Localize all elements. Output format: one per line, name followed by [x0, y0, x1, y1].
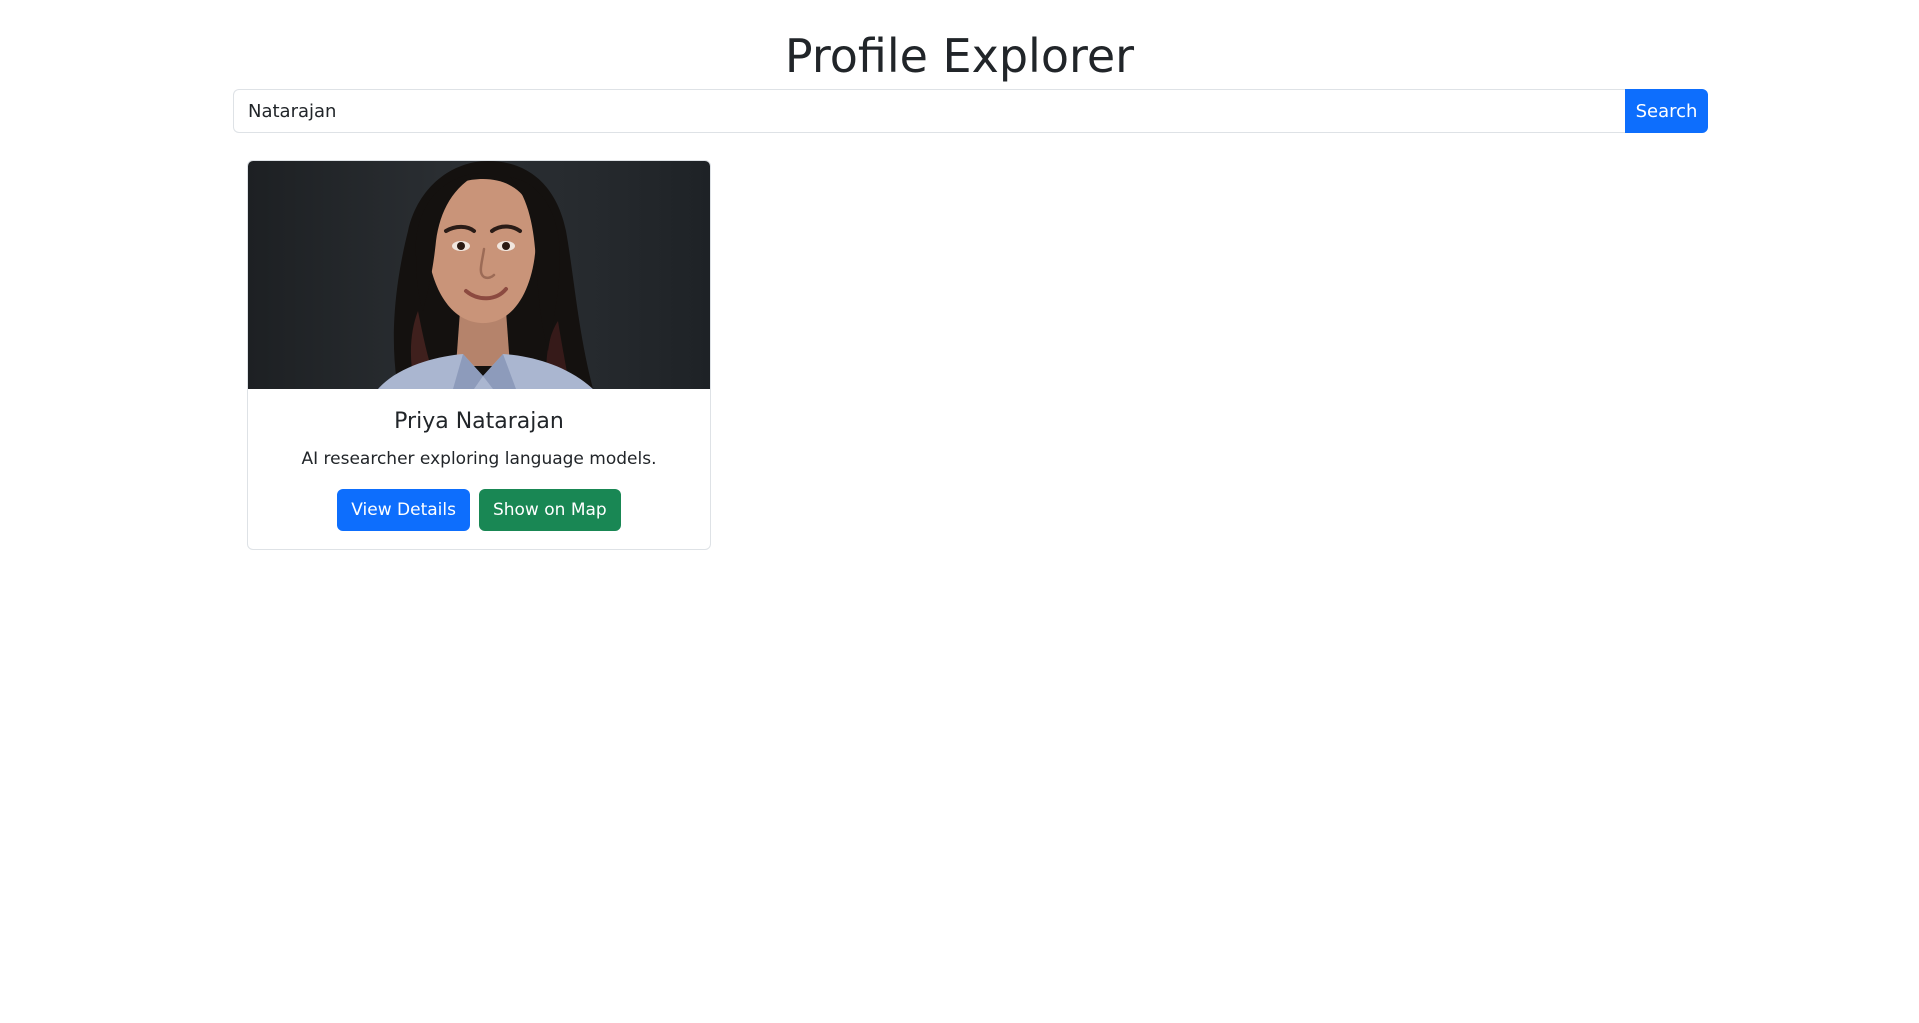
- profile-card: Priya Natarajan AI researcher exploring …: [247, 160, 711, 550]
- show-on-map-button[interactable]: Show on Map: [478, 489, 621, 531]
- profile-bio: AI researcher exploring language models.: [301, 449, 657, 469]
- page-title: Profile Explorer: [784, 29, 1135, 83]
- card-actions: View Details Show on Map: [248, 489, 710, 531]
- view-details-button[interactable]: View Details: [337, 489, 470, 531]
- profile-name: Priya Natarajan: [394, 409, 564, 434]
- profile-photo: [248, 161, 710, 389]
- card-body: Priya Natarajan AI researcher exploring …: [248, 389, 710, 531]
- search-button[interactable]: Search: [1625, 89, 1708, 133]
- search-bar: Search: [233, 89, 1708, 133]
- search-input[interactable]: [233, 89, 1625, 133]
